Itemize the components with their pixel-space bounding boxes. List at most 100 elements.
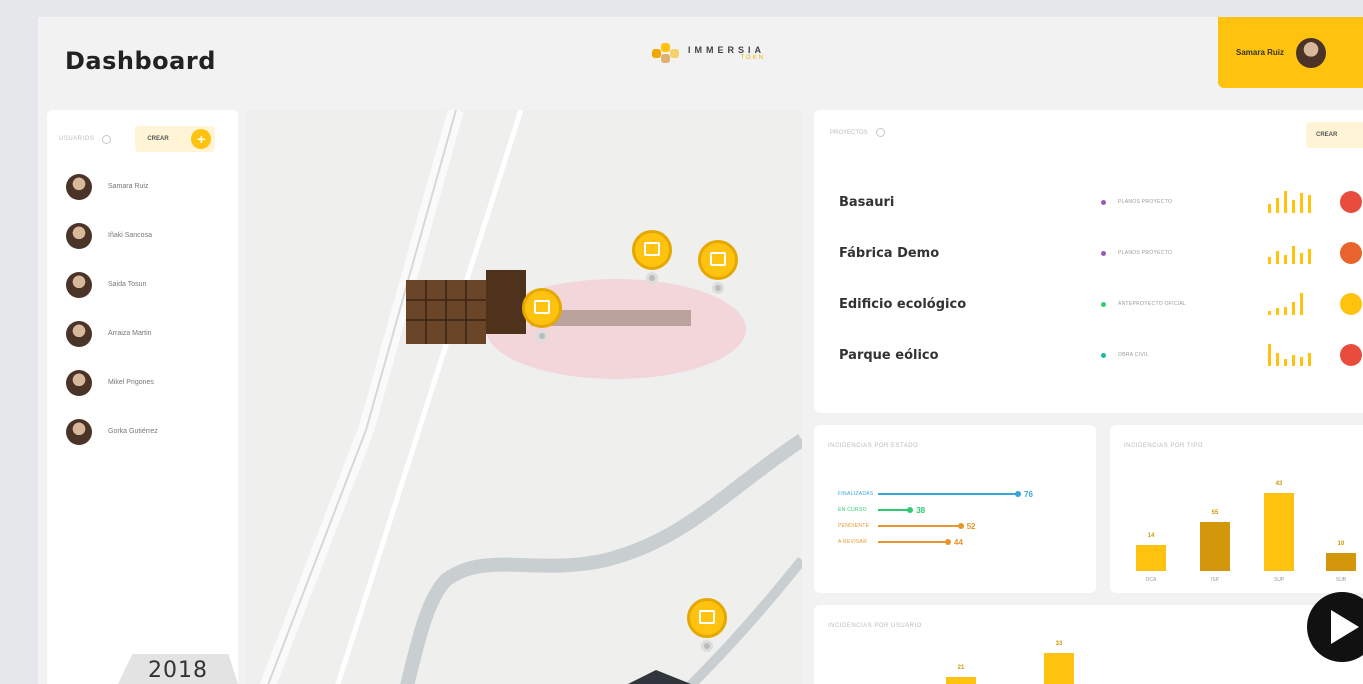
type-bar: 55 ISP [1200,510,1230,583]
sparkline-bar [1276,197,1279,213]
year-label: 2018 [118,654,238,684]
user-avatar[interactable] [1296,37,1327,68]
sparkline-bar [1300,293,1303,315]
status-value: 44 [954,537,963,547]
project-sparkline [1268,293,1328,315]
incidents-by-user-card: INCIDENCIAS POR USUARIO 21331410 [814,605,1363,684]
sparkline-bar [1300,253,1303,264]
bar-fill [1200,521,1230,571]
bar-fill [1264,492,1294,571]
user-avatar [66,369,92,396]
project-badge[interactable] [1340,344,1362,366]
status-bar-row: PENDIENTE 52 [838,521,976,531]
sparkline-bar [1308,248,1311,264]
bar-category: DCA [1145,576,1157,583]
sparkline-bar [1284,307,1287,315]
status-bar-row: EN CURSO 38 [838,505,925,515]
type-bar: 43 SUP [1264,481,1294,583]
user-avatar [66,320,92,347]
status-value: 76 [1024,489,1033,499]
calendar-icon [534,300,550,314]
sparkline-bar [1308,195,1311,213]
user-list-item[interactable]: Arraiza Martin [47,309,238,358]
dashboard-frame: Dashboard IMMERSIA TOKN Samara Ruiz USUA… [38,17,1363,684]
map-view[interactable] [246,110,802,684]
user-name: Iñaki Sancosa [108,232,152,239]
project-status: OBRA CIVIL [1118,352,1149,358]
projects-label: PROYECTOS [830,129,868,136]
bar-fill [1044,653,1074,684]
bar-value: 14 [1147,533,1155,540]
sparkline-bar [1284,191,1287,213]
logo-text: IMMERSIA [688,45,765,55]
create-user-button[interactable]: CREAR + [135,126,216,152]
bar-category: SUB [1335,576,1347,583]
user-avatar [66,222,92,249]
sparkline-bar [1276,250,1279,264]
project-name: Fábrica Demo [839,245,940,261]
status-value: 38 [916,505,926,515]
search-icon[interactable] [875,128,885,137]
project-row[interactable]: Edificio ecológico ANTEPROYECTO OFICIAL [839,293,1362,315]
status-bar [878,539,951,545]
search-icon[interactable] [102,134,112,144]
sparkline-bar [1268,257,1271,264]
status-bar [878,523,964,529]
status-label: EN CURSO [838,507,867,513]
user-list-item[interactable]: Gorka Gutiérrez [47,407,238,456]
status-bar [878,507,914,513]
sparkline-bar [1308,352,1311,366]
type-bar: 14 DCA [1136,533,1166,583]
users-panel: USUARIOS CREAR + Samara Ruiz Iñaki Sancos… [47,110,238,684]
user-name: Samara Ruiz [108,183,149,190]
sparkline-bar [1268,204,1271,213]
user-list-item[interactable]: Iñaki Sancosa [47,211,238,260]
project-badge[interactable] [1340,191,1362,213]
create-label: CREAR [1316,132,1338,138]
project-row[interactable]: Basauri PLANOS PROYECTO [839,191,1362,213]
map-pin[interactable] [687,598,727,658]
user-menu[interactable]: Samara Ruiz [1218,17,1363,88]
project-row[interactable]: Parque eólico OBRA CIVIL [839,344,1362,366]
user-name: Mikel Prigones [108,379,154,386]
user-list-item[interactable]: Mikel Prigones [47,358,238,407]
create-label: CREAR [147,136,169,142]
sparkline-bar [1284,255,1287,264]
type-bar: 10 SUB [1326,541,1356,583]
map-pin[interactable] [522,288,562,348]
user-name: Gorka Gutiérrez [108,428,158,435]
user-list-item[interactable]: Samara Ruiz [47,162,238,211]
bar-value: 43 [1275,480,1283,487]
calendar-icon [699,610,715,624]
calendar-icon [710,252,726,266]
bar-fill [946,677,976,684]
logo-subtext: TOKN [740,55,765,61]
project-sparkline [1268,191,1328,213]
sparkline-bar [1292,246,1295,264]
user-name: Samara Ruiz [1236,48,1285,57]
project-badge[interactable] [1340,293,1362,315]
create-project-button[interactable]: CREAR [1306,122,1363,148]
user-list-item[interactable]: Saida Tosun [47,260,238,309]
project-status: PLANOS PROYECTO [1118,199,1173,205]
status-dot [1101,352,1106,358]
bar-fill [1326,552,1356,571]
sparkline-bar [1276,308,1279,315]
status-bar [878,491,1021,497]
status-dot [1101,301,1106,307]
logo: IMMERSIA TOKN [650,39,765,67]
sparkline-bar [1268,344,1271,366]
page-title: Dashboard [65,47,216,75]
project-row[interactable]: Fábrica Demo PLANOS PROYECTO [839,242,1362,264]
sparkline-bar [1300,193,1303,213]
map-pin[interactable] [698,240,738,300]
bar-value: 10 [1337,540,1345,547]
project-sparkline [1268,344,1328,366]
project-badge[interactable] [1340,242,1362,264]
project-status: PLANOS PROYECTO [1118,250,1173,256]
project-name: Basauri [839,194,895,210]
sparkline-bar [1300,357,1303,366]
bar-category: ISP [1210,576,1220,583]
map-pin[interactable] [632,230,672,290]
bar-value: 33 [1055,641,1063,647]
